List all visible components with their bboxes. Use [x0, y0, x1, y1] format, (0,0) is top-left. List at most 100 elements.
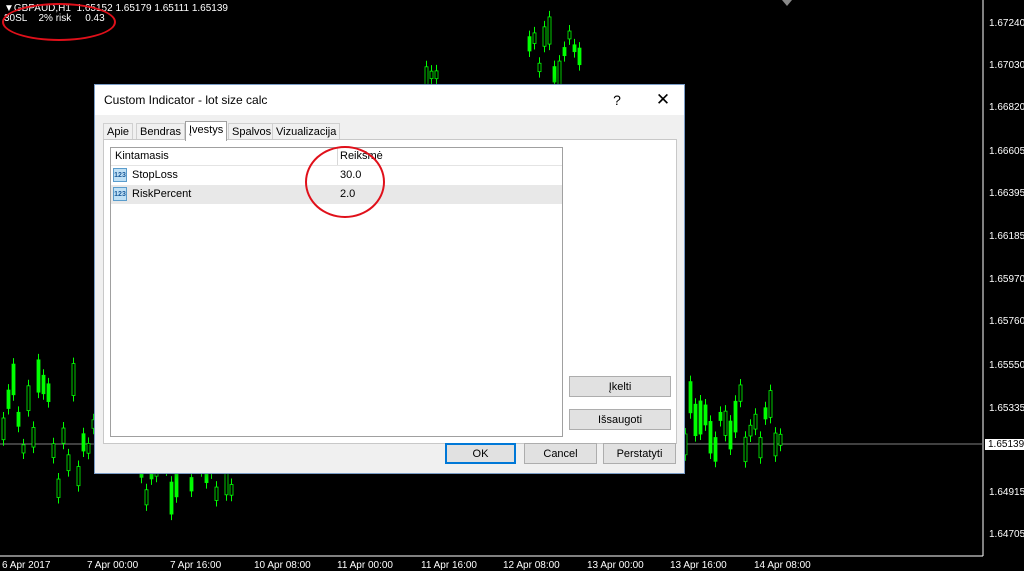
- candle-body: [567, 30, 572, 40]
- candle-body: [537, 62, 542, 73]
- candle-body: [728, 420, 733, 450]
- price-tick-label: 1.66395: [989, 188, 1024, 199]
- price-tick-label: 1.65970: [989, 274, 1024, 285]
- price-tick-label: 1.67030: [989, 60, 1024, 71]
- candle-body: [557, 60, 562, 86]
- price-tick-label: 1.66185: [989, 231, 1024, 242]
- time-tick-label: 7 Apr 16:00: [170, 560, 222, 571]
- price-tick-label: 1.66605: [989, 146, 1024, 157]
- candle-body: [56, 478, 61, 498]
- candle-body: [577, 47, 582, 66]
- candle-body: [693, 403, 698, 437]
- time-tick-label: 14 Apr 08:00: [754, 560, 811, 571]
- candle-body: [718, 411, 723, 421]
- tab-vizualizacija[interactable]: Vizualizacija: [272, 123, 341, 140]
- time-tick-label: 7 Apr 00:00: [87, 560, 139, 571]
- price-tick-label: 1.64915: [989, 487, 1024, 498]
- candle-body: [36, 359, 41, 393]
- time-tick-label: 10 Apr 08:00: [254, 560, 311, 571]
- price-tick-label: 1.64705: [989, 529, 1024, 540]
- candle-body: [542, 26, 547, 47]
- price-tick-label: 1.65335: [989, 403, 1024, 414]
- candle-body: [81, 433, 86, 452]
- annotation-ellipse-readout: [2, 3, 116, 41]
- price-tick-label: 1.66820: [989, 102, 1024, 113]
- candle-body: [703, 404, 708, 426]
- custom-indicator-dialog: Custom Indicator - lot size calc ? ✕ Api…: [94, 84, 685, 474]
- candle-body: [229, 484, 234, 496]
- candle-body: [547, 16, 552, 45]
- candle-body: [189, 477, 194, 492]
- time-tick-label: 11 Apr 00:00: [337, 560, 393, 571]
- candle-body: [76, 466, 81, 487]
- candle-body: [174, 472, 179, 498]
- current-price-label: 1.65139: [985, 439, 1024, 450]
- ok-button[interactable]: OK: [445, 443, 516, 464]
- inputs-tab-panel: Kintamasis Reikšmė 123 StopLoss 30.0 123…: [103, 139, 677, 444]
- candle-body: [527, 36, 532, 52]
- candle-body: [562, 47, 567, 57]
- candle-body: [169, 481, 174, 515]
- candle-body: [743, 436, 748, 463]
- candle-body: [16, 411, 21, 427]
- variable-icon: 123: [113, 187, 127, 201]
- candle-body: [429, 70, 434, 80]
- candle-body: [86, 443, 91, 454]
- candle-body: [713, 437, 718, 462]
- candle-body: [768, 390, 773, 418]
- candle-body: [71, 363, 76, 396]
- candle-body: [778, 433, 783, 446]
- price-tick-label: 1.67240: [989, 18, 1024, 29]
- candle-body: [144, 489, 149, 506]
- candle-body: [758, 436, 763, 459]
- candle-body: [738, 384, 743, 402]
- candle-body: [753, 413, 758, 430]
- tab-ivestys[interactable]: Įvestys: [185, 121, 228, 141]
- reset-button[interactable]: Perstatyti: [603, 443, 676, 464]
- candle-body: [1, 417, 6, 441]
- candle-body: [21, 444, 26, 454]
- candle-body: [61, 427, 66, 444]
- candle-body: [434, 70, 439, 80]
- annotation-ellipse-values: [305, 146, 385, 218]
- candle-body: [688, 381, 693, 414]
- candle-body: [708, 421, 713, 454]
- candle-body: [733, 400, 738, 433]
- save-button[interactable]: Išsaugoti: [569, 409, 671, 430]
- chart-shift-marker: [782, 0, 792, 6]
- load-button[interactable]: Įkelti: [569, 376, 671, 397]
- candle-body: [723, 410, 728, 436]
- close-button[interactable]: ✕: [649, 89, 677, 111]
- candle-body: [41, 374, 46, 395]
- time-tick-label: 11 Apr 16:00: [421, 560, 477, 571]
- variable-icon: 123: [113, 168, 127, 182]
- candle-body: [748, 424, 753, 437]
- candle-body: [572, 44, 577, 53]
- candle-body: [773, 432, 778, 457]
- candle-body: [26, 385, 31, 412]
- candle-body: [66, 454, 71, 472]
- time-tick-label: 12 Apr 08:00: [503, 560, 560, 571]
- candle-body: [552, 66, 557, 83]
- tab-apie[interactable]: Apie: [103, 123, 134, 140]
- candle-body: [31, 427, 36, 448]
- tab-bendras[interactable]: Bendras: [136, 123, 185, 140]
- row-name: StopLoss: [132, 169, 178, 181]
- help-button[interactable]: ?: [603, 89, 631, 111]
- column-header-variable[interactable]: Kintamasis: [115, 150, 169, 162]
- dialog-titlebar[interactable]: Custom Indicator - lot size calc ? ✕: [95, 85, 684, 115]
- time-tick-label: 13 Apr 16:00: [670, 560, 727, 571]
- cancel-button[interactable]: Cancel: [524, 443, 597, 464]
- price-tick-label: 1.65550: [989, 360, 1024, 371]
- dialog-title: Custom Indicator - lot size calc: [104, 93, 268, 107]
- candle-body: [698, 400, 703, 435]
- time-tick-label: 13 Apr 00:00: [587, 560, 644, 571]
- candle-body: [532, 32, 537, 44]
- candle-body: [6, 389, 11, 409]
- candle-body: [214, 486, 219, 501]
- candle-body: [11, 363, 16, 396]
- tab-spalvos[interactable]: Spalvos: [228, 123, 276, 140]
- candle-body: [51, 443, 56, 458]
- candle-body: [763, 407, 768, 420]
- row-name: RiskPercent: [132, 188, 192, 200]
